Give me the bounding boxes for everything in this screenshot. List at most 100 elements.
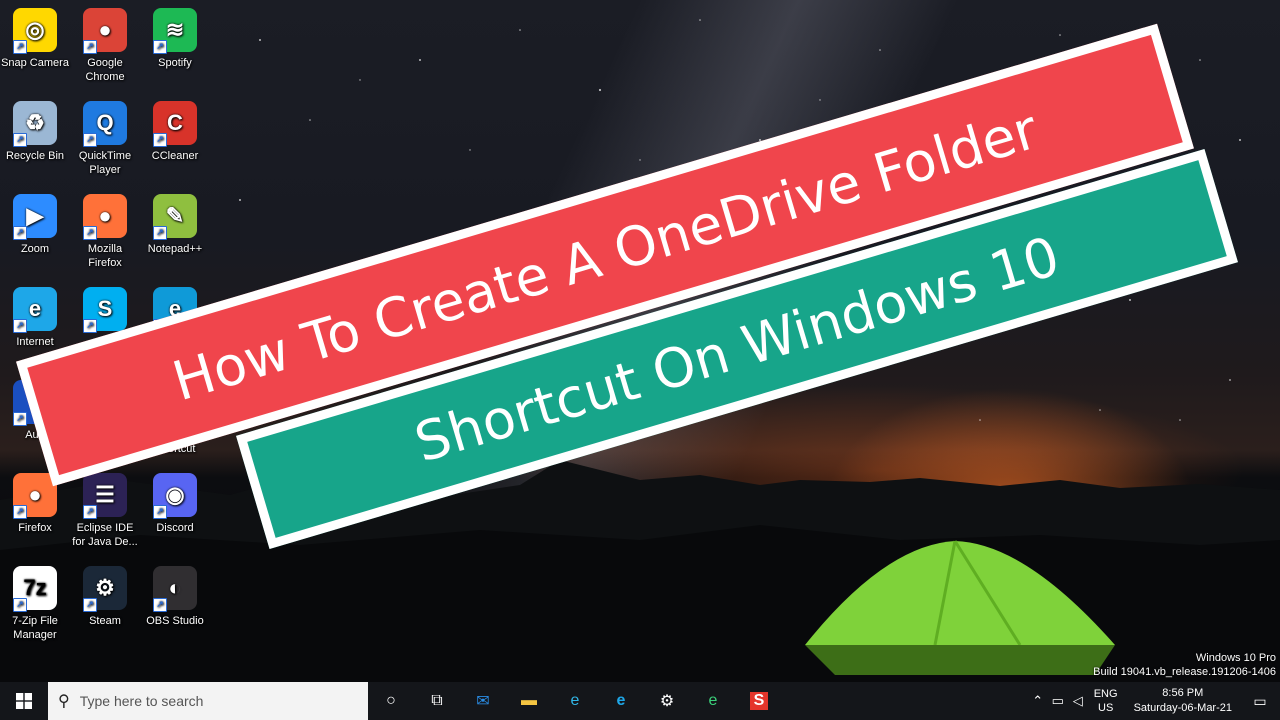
pinned-file-explorer[interactable]: ▬ [506,682,552,720]
steam-icon: ⚙ ↗ [83,566,127,612]
desktop-icon-label: Spotify [158,57,192,69]
notification-icon[interactable]: ▭ [1240,693,1280,710]
system-tray: ⌃ ▭ ◁ ENG US 8:56 PM Saturday-06-Mar-21 … [1028,682,1280,720]
skype-icon: S ↗ [83,287,127,333]
volume-icon[interactable]: ◁ [1068,693,1088,709]
shortcut-arrow-icon: ↗ [153,598,167,612]
shortcut-arrow-icon: ↗ [13,133,27,147]
search-placeholder: Type here to search [79,693,204,709]
desktop-icon[interactable]: e ↗ Internet [0,287,70,349]
desktop-icon-label: Firefox [18,522,52,534]
desktop-icon-label: Snap Camera [1,57,69,69]
shortcut-arrow-icon: ↗ [13,505,27,519]
snap-camera-icon: ◎ ↗ [13,8,57,54]
desktop-icon-label: Eclipse IDE for Java De... [72,522,138,548]
glowing-tent [805,540,1115,675]
search-icon: ⚲ [58,693,70,710]
clock-time: 8:56 PM [1162,687,1204,699]
shortcut-arrow-icon: ↗ [153,505,167,519]
chrome-icon: ● ↗ [83,8,127,54]
desktop-icon[interactable]: ≋ ↗ Spotify [140,8,210,70]
desktop-icon[interactable]: ⚙ ↗ Steam [70,566,140,628]
file-explorer-icon: ▬ [521,692,537,709]
task-view-icon: ⧉ [431,692,443,709]
shortcut-arrow-icon: ↗ [83,505,97,519]
pinned-steam[interactable]: ⚙ [644,682,690,720]
shortcut-arrow-icon: ↗ [153,133,167,147]
windows-edition: Windows 10 Pro [1195,652,1276,664]
desktop-icon[interactable]: 7z ↗ 7-Zip File Manager [0,566,70,642]
pinned-mail[interactable]: ✉ [460,682,506,720]
internet-explorer-icon: e ↗ [13,287,57,333]
obs-icon: ◐ ↗ [153,566,197,612]
edge-icon: e [570,692,580,709]
pinned-edge[interactable]: e [552,682,598,720]
desktop-icon[interactable]: ◐ ↗ OBS Studio [140,566,210,628]
notepad-plus-plus-icon: ✎ ↗ [153,194,197,240]
shortcut-arrow-icon: ↗ [83,598,97,612]
desktop-icon[interactable]: C ↗ CCleaner [140,101,210,163]
taskbar-search-box[interactable]: ⚲ Type here to search [48,682,368,720]
shortcut-arrow-icon: ↗ [13,40,27,54]
language-indicator[interactable]: ENG US [1094,687,1118,715]
pinned-smartgit[interactable]: S [736,682,782,720]
eclipse-icon: ☰ ↗ [83,473,127,519]
clock-date: Saturday-06-Mar-21 [1133,702,1232,714]
desktop-icon[interactable]: ✎ ↗ Notepad++ [140,194,210,256]
desktop-icon[interactable]: ♻ ↗ Recycle Bin [0,101,70,163]
recycle-bin-icon: ♻ ↗ [13,101,57,147]
desktop-icon[interactable]: Q ↗ QuickTime Player [70,101,140,177]
edge-dev-icon: e [708,692,718,709]
desktop-icon-label: Mozilla Firefox [87,243,123,269]
network-icon[interactable]: ▭ [1048,693,1068,709]
desktop-icon-label: OBS Studio [146,615,204,627]
ccleaner-icon: C ↗ [153,101,197,147]
zoom-icon: ▶ ↗ [13,194,57,240]
shortcut-arrow-icon: ↗ [153,40,167,54]
task-view-button[interactable]: ⧉ [414,682,460,720]
desktop-icon-label: Internet [16,336,54,348]
desktop-icon-label: Discord [156,522,194,534]
desktop-icon-label: Zoom [20,243,50,255]
desktop-icon[interactable]: ● ↗ Google Chrome [70,8,140,84]
spotify-icon: ≋ ↗ [153,8,197,54]
taskbar: ⚲ Type here to search ○ ⧉ ✉ ▬ e e ⚙ e S … [0,682,1280,720]
shortcut-arrow-icon: ↗ [83,40,97,54]
seven-zip-icon: 7z ↗ [13,566,57,612]
windows-logo-icon [16,693,32,709]
chevron-up-icon[interactable]: ⌃ [1028,693,1048,709]
pinned-internet-explorer[interactable]: e [598,682,644,720]
start-button[interactable] [0,682,48,720]
firefox-icon: ● ↗ [83,194,127,240]
desktop-icon[interactable]: ◉ ↗ Discord [140,473,210,535]
pinned-edge-dev[interactable]: e [690,682,736,720]
desktop-icon-label: 7-Zip File Manager [12,615,58,641]
desktop-icon-label: CCleaner [151,150,199,162]
windows-watermark: Windows 10 Pro Build 19041.vb_release.19… [1093,651,1276,679]
desktop-icon[interactable]: ◎ ↗ Snap Camera [0,8,70,70]
shortcut-arrow-icon: ↗ [13,412,27,426]
desktop-icon-label: QuickTime Player [78,150,132,176]
shortcut-arrow-icon: ↗ [153,226,167,240]
quicktime-icon: Q ↗ [83,101,127,147]
clock[interactable]: 8:56 PM Saturday-06-Mar-21 [1134,686,1232,716]
shortcut-arrow-icon: ↗ [13,226,27,240]
desktop-icon-label: Steam [89,615,121,627]
desktop-icon[interactable]: ☰ ↗ Eclipse IDE for Java De... [70,473,140,549]
language-code: ENG [1093,688,1118,700]
desktop-icon[interactable]: ▶ ↗ Zoom [0,194,70,256]
desktop-icon-label: Notepad++ [147,243,203,255]
shortcut-arrow-icon: ↗ [83,133,97,147]
cortana-button[interactable]: ○ [368,682,414,720]
smartgit-icon: S [749,692,769,710]
desktop-icon-label: Google Chrome [85,57,125,83]
internet-explorer-icon: e [616,692,626,709]
shortcut-arrow-icon: ↗ [83,319,97,333]
shortcut-arrow-icon: ↗ [13,319,27,333]
desktop-icon-label: Recycle Bin [5,150,65,162]
mail-icon: ✉ [476,693,490,710]
discord-icon: ◉ ↗ [153,473,197,519]
cortana-icon: ○ [386,692,396,709]
desktop-icon[interactable]: ● ↗ Mozilla Firefox [70,194,140,270]
shortcut-arrow-icon: ↗ [13,598,27,612]
